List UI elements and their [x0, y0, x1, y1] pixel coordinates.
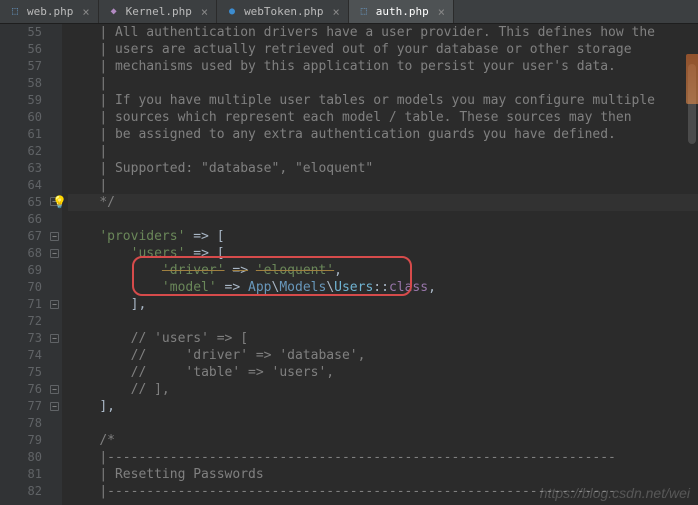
line-number: 61: [0, 126, 42, 143]
code-line: |: [68, 75, 698, 92]
code-line: | mechanisms used by this application to…: [68, 58, 698, 75]
code-line: |: [68, 177, 698, 194]
code-line: // 'users' => [: [68, 330, 698, 347]
line-number-gutter: 5556575859606162636465666768697071727374…: [0, 24, 48, 505]
fold-marker-icon[interactable]: −: [50, 334, 59, 343]
code-line: ],: [68, 398, 698, 415]
line-number: 60: [0, 109, 42, 126]
fold-marker-icon[interactable]: −: [50, 249, 59, 258]
code-line-highlighted: 💡 */: [68, 194, 698, 211]
code-line: 'model' => App\Models\Users::class,: [68, 279, 698, 296]
code-line: 'users' => [: [68, 245, 698, 262]
line-number: 75: [0, 364, 42, 381]
line-number: 65: [0, 194, 42, 211]
line-number: 71: [0, 296, 42, 313]
code-line: // ],: [68, 381, 698, 398]
line-number: 73: [0, 330, 42, 347]
close-icon[interactable]: ×: [82, 5, 89, 19]
code-editor[interactable]: 5556575859606162636465666768697071727374…: [0, 24, 698, 505]
code-line: | If you have multiple user tables or mo…: [68, 92, 698, 109]
line-number: 82: [0, 483, 42, 500]
tab-label: web.php: [27, 5, 73, 18]
code-line: // 'table' => 'users',: [68, 364, 698, 381]
line-number: 72: [0, 313, 42, 330]
line-number: 74: [0, 347, 42, 364]
line-number: 69: [0, 262, 42, 279]
fold-marker-icon[interactable]: −: [50, 232, 59, 241]
tab-kernel[interactable]: ◆ Kernel.php ×: [99, 0, 217, 23]
code-line: | All authentication drivers have a user…: [68, 24, 698, 41]
line-number: 64: [0, 177, 42, 194]
tab-label: auth.php: [376, 5, 429, 18]
editor-marker-icon: [686, 54, 698, 104]
line-number: 59: [0, 92, 42, 109]
tab-web[interactable]: ⬚ web.php ×: [0, 0, 99, 23]
line-number: 66: [0, 211, 42, 228]
tab-bar: ⬚ web.php × ◆ Kernel.php × ● webToken.ph…: [0, 0, 698, 24]
line-number: 58: [0, 75, 42, 92]
fold-marker-icon[interactable]: −: [50, 300, 59, 309]
php-class-icon: ◆: [107, 5, 121, 19]
code-line: | sources which represent each model / t…: [68, 109, 698, 126]
fold-gutter: − − − − − − −: [48, 24, 62, 505]
code-line: |---------------------------------------…: [68, 449, 698, 466]
close-icon[interactable]: ×: [201, 5, 208, 19]
tab-label: webToken.php: [244, 5, 323, 18]
code-line: | users are actually retrieved out of yo…: [68, 41, 698, 58]
line-number: 81: [0, 466, 42, 483]
fold-marker-icon[interactable]: −: [50, 385, 59, 394]
php-file-icon: ⬚: [357, 5, 371, 19]
line-number: 80: [0, 449, 42, 466]
close-icon[interactable]: ×: [438, 5, 445, 19]
code-line: [68, 211, 698, 228]
line-number: 76: [0, 381, 42, 398]
line-number: 68: [0, 245, 42, 262]
close-icon[interactable]: ×: [333, 5, 340, 19]
php-class-icon: ●: [225, 5, 239, 19]
code-line: ],: [68, 296, 698, 313]
fold-marker-icon[interactable]: −: [50, 402, 59, 411]
line-number: 55: [0, 24, 42, 41]
code-line: |: [68, 143, 698, 160]
line-number: 62: [0, 143, 42, 160]
code-line: 'providers' => [: [68, 228, 698, 245]
code-line: // 'driver' => 'database',: [68, 347, 698, 364]
watermark-text: https://blog.csdn.net/wei: [540, 485, 690, 501]
code-area[interactable]: | All authentication drivers have a user…: [62, 24, 698, 505]
php-file-icon: ⬚: [8, 5, 22, 19]
code-line: | Resetting Passwords: [68, 466, 698, 483]
line-number: 67: [0, 228, 42, 245]
tab-webtoken[interactable]: ● webToken.php ×: [217, 0, 349, 23]
line-number: 77: [0, 398, 42, 415]
tab-auth[interactable]: ⬚ auth.php ×: [349, 0, 454, 23]
code-line: [68, 313, 698, 330]
code-line: | be assigned to any extra authenticatio…: [68, 126, 698, 143]
line-number: 57: [0, 58, 42, 75]
tab-label: Kernel.php: [126, 5, 192, 18]
code-line: [68, 415, 698, 432]
code-line: | Supported: "database", "eloquent": [68, 160, 698, 177]
code-line: 'driver' => 'eloquent',: [68, 262, 698, 279]
line-number: 78: [0, 415, 42, 432]
line-number: 56: [0, 41, 42, 58]
line-number: 70: [0, 279, 42, 296]
line-number: 79: [0, 432, 42, 449]
line-number: 63: [0, 160, 42, 177]
code-line: /*: [68, 432, 698, 449]
intention-bulb-icon[interactable]: 💡: [52, 194, 66, 208]
